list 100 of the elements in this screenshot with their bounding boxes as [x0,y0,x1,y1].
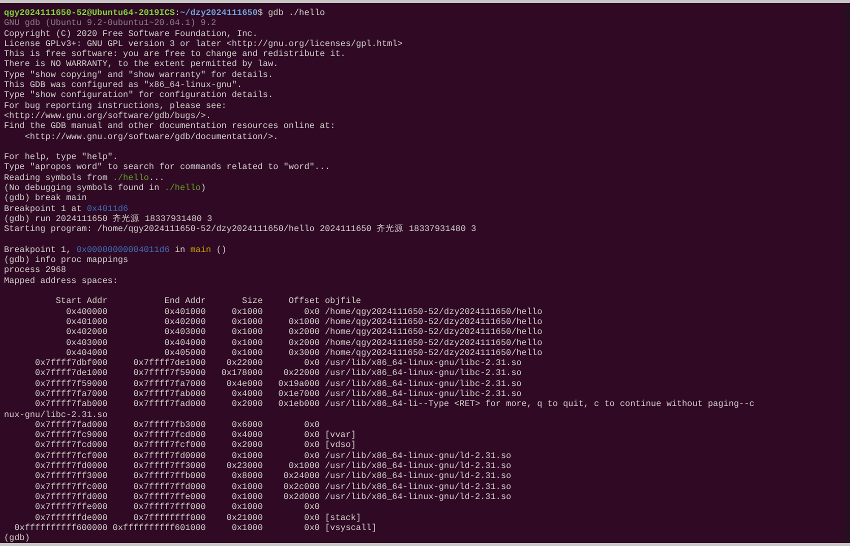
table-cell: 0x7ffff7fab000 [133,388,206,399]
column-header: Size [242,296,263,306]
table-cell: 0x7ffff7ffd000 [133,482,206,492]
terminal-line: <http://www.gnu.org/software/gdb/documentation/>. [24,132,280,142]
table-cell: 0x400000 [66,306,108,317]
terminal-line: This is free software: you are free to change and redistribute it. [4,49,347,60]
table-cell: 0x2d000 [283,492,320,502]
table-cell: 0x7ffff7fcf000 [35,450,108,461]
table-cell: 0x1000 [232,522,263,533]
table-cell: 0x19a000 [278,378,320,389]
table-cell: 0x7ffff7de1000 [133,358,206,368]
table-cell: 0x2000 [288,327,320,338]
terminal-line: Starting program: /home/qgy2024111650-52/dzy2024111650/hello 2024111650 齐光源 18337931480 3 [4,224,478,235]
terminal-line: (gdb) info proc mappings [4,255,130,266]
terminal-line: Mapped address spaces: [4,276,119,286]
table-cell: 0x3000 [288,348,320,358]
table-cell: 0x4000 [232,388,263,399]
table-cell: 0x7ffff7f59000 [133,368,206,378]
terminal-line: process 2968 [4,265,68,276]
column-header: objfile [324,296,362,306]
terminal-line: Breakpoint 1 at 0x4011d6 [4,204,130,214]
table-cell: 0x0 [304,512,320,523]
table-cell: 0x23000 [226,461,263,472]
table-cell: 0x403000 [164,327,206,338]
table-cell: 0x4000 [232,430,263,440]
table-cell: 0x401000 [66,316,108,327]
table-cell: 0x7ffff7ff3000 [133,461,206,472]
terminal-line: Type "show configuration" for configuration details. [4,90,274,101]
table-cell: [vsyscall] [324,522,377,533]
table-cell: [vdso] [324,440,356,450]
terminal-line: qgy2024111650-52@Ubuntu64-2019ICS:~/dzy2024111650$ gdb ./hello [4,8,326,18]
terminal-line: (gdb) [4,533,31,544]
table-cell: 0x1eb000 [278,399,320,410]
terminal-line: License GPLv3+: GNU GPL version 3 or later <http://gnu.org/licenses/gpl.html> [4,38,404,50]
table-cell: 0x7ffff7fad000 [133,399,206,410]
table-cell: 0x405000 [164,348,206,358]
terminal-line: <http://www.gnu.org/software/gdb/bugs/>. [4,110,212,122]
table-cell: /usr/lib/x86_64-linux-gnu/ld-2.31.so [324,471,512,482]
terminal-line: (gdb) run 2024111650 齐光源 18337931480 3 [4,214,214,224]
table-cell: /usr/lib/x86_64-linux-gnu/libc-2.31.so [324,378,522,389]
table-cell: /home/qgy2024111650-52/dzy2024111650/hello [324,348,542,358]
table-cell: 0x7ffff7fb3000 [133,420,206,430]
table-cell: /usr/lib/x86_64-linux-gnu/ld-2.31.so [324,492,512,502]
table-cell: 0x7ffff7fc9000 [35,430,108,440]
table-cell: 0x0 [304,420,320,430]
table-cell: 0x0 [304,450,320,461]
terminal-line: For help, type "help". [4,152,119,162]
table-cell: 0x7ffff7fcd000 [133,430,206,440]
table-cell: 0x178000 [221,368,263,378]
table-cell: 0x0 [304,306,320,317]
column-header: Start Addr [56,296,108,306]
table-cell: /usr/lib/x86_64-linux-gnu/libc-2.31.so [324,358,522,368]
table-cell: 0x2000 [288,338,320,348]
table-cell: 0x24000 [283,471,320,482]
table-cell: 0x1000 [232,348,263,358]
table-cell: 0x7ffff7fcf000 [133,440,206,450]
table-cell: 0x1000 [288,316,320,327]
table-cell: 0x0 [304,440,320,450]
table-cell: 0x404000 [164,338,206,348]
terminal-line: There is NO WARRANTY, to the extent permitted by law. [4,59,280,70]
table-cell: 0x1000 [232,327,263,338]
table-cell: 0x7ffff7ffc000 [35,482,108,492]
table-cell: 0x7ffff7f59000 [35,378,108,389]
table-cell: [stack] [324,512,362,523]
table-cell: 0x21000 [226,512,263,523]
table-cell: 0x22000 [283,368,320,378]
table-cell: 0x402000 [164,316,206,327]
table-cell: 0x0 [304,502,320,512]
table-cell: 0x7ffff7fcd000 [35,440,108,450]
table-cell: 0x7ffff7fa7000 [35,388,108,399]
terminal-line: Copyright (C) 2020 Free Software Foundation, Inc. [4,28,259,39]
terminal-line: For bug reporting instructions, please see: [4,100,228,111]
column-header: Offset [288,296,320,306]
table-cell: 0x2c000 [283,482,320,492]
table-cell: /home/qgy2024111650-52/dzy2024111650/hello [324,338,542,348]
table-cell: 0x7ffff7de1000 [35,368,108,378]
table-cell: 0x1000 [232,492,263,502]
table-cell: 0x7ffff7fd0000 [133,450,206,461]
table-cell: 0x0 [304,430,320,440]
terminal-line: Reading symbols from ./hello... [4,172,166,184]
table-cell: 0x402000 [66,327,108,338]
table-cell: 0x0 [304,522,320,533]
table-cell: 0x1000 [288,461,320,472]
table-cell: 0x1000 [232,502,263,512]
table-cell: 0x1000 [232,306,263,317]
table-cell: 0x8000 [232,471,263,482]
table-cell: 0x403000 [66,338,108,348]
table-cell: 0x4e000 [226,378,263,389]
table-cell: 0xffffffffff600000 [14,522,108,533]
table-cell: 0x7ffff7ffe000 [133,492,206,502]
table-cell: 0xffffffffff601000 [112,522,206,533]
table-cell: 0x7ffffffff000 [133,512,206,523]
table-cell: /usr/lib/x86_64-linux-gnu/ld-2.31.so [324,482,512,492]
table-cell: 0x7ffff7dbf000 [35,358,108,368]
table-cell: 0x7ffff7ffd000 [35,492,108,502]
table-cell: 0x6000 [232,420,263,430]
table-cell: /usr/lib/x86_64-li--Type <RET> for more, q to quit, c to continue without paging--c [324,399,754,410]
terminal-line: This GDB was configured as "x86_64-linux-gnu". [4,80,244,90]
table-cell: 0x7ffff7fd0000 [35,461,108,472]
table-cell: 0x22000 [226,358,263,368]
